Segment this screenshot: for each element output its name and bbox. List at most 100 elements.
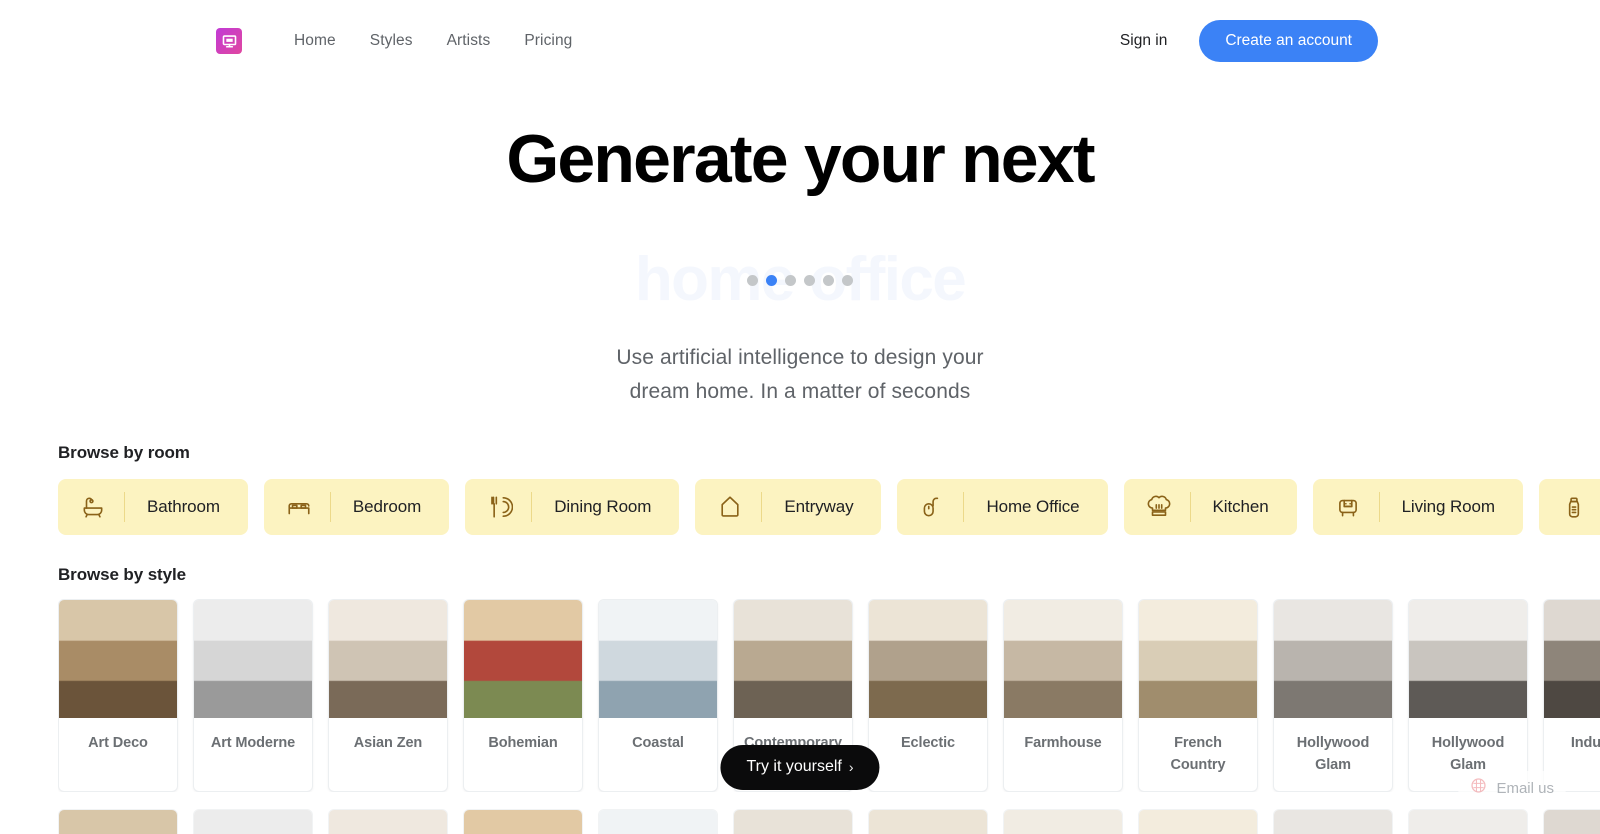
room-chip-label: Home Office xyxy=(986,497,1080,517)
style-thumbnail xyxy=(194,600,312,719)
style-card-label: Farmhouse xyxy=(1024,735,1102,752)
page-title: Generate your next xyxy=(506,121,1095,197)
style-card-art-moderne[interactable]: Art Moderne xyxy=(193,599,313,793)
browse-by-style-section: Browse by style Art Deco Art Moderne Asian… xyxy=(0,565,1600,834)
style-card-secondary-10[interactable]: Hollywood Glam xyxy=(1408,809,1528,834)
style-card-secondary-6[interactable]: Eclectic xyxy=(868,809,988,834)
chevron-right-icon: › xyxy=(848,759,854,775)
monitor-logo-icon[interactable] xyxy=(216,28,242,54)
style-card-label: Eclectic xyxy=(900,735,955,752)
style-card-secondary-1[interactable]: Art Moderne xyxy=(193,809,313,834)
style-thumbnail xyxy=(1544,600,1600,719)
header-actions: Sign in Create an account xyxy=(1120,20,1378,62)
style-thumbnail xyxy=(329,810,447,834)
room-chip-scroller[interactable]: Bathroom Bedroom Dining Room Entryway Home O… xyxy=(58,479,1600,536)
style-card-label: Industrial xyxy=(1570,735,1600,752)
style-thumbnail xyxy=(1409,600,1527,719)
browse-by-room-section: Browse by room Bathroom Bedroom Dining Roo… xyxy=(0,443,1600,536)
nav-link-artists[interactable]: Artists xyxy=(447,32,491,50)
hero-word-rotator: home office xyxy=(0,247,1600,313)
style-card-hollywood-glam[interactable]: Hollywood Glam xyxy=(1273,599,1393,793)
room-chip-label: Dining Room xyxy=(554,497,652,517)
style-card-secondary-2[interactable]: Asian Zen xyxy=(328,809,448,834)
bed-icon xyxy=(268,494,330,520)
style-thumbnail xyxy=(329,600,447,719)
style-thumbnail xyxy=(734,810,852,834)
style-thumbnail xyxy=(869,810,987,834)
rotator-dot-2[interactable] xyxy=(766,274,777,286)
room-chip-dining-room[interactable]: Dining Room xyxy=(465,479,680,536)
style-card-french-country[interactable]: French Country xyxy=(1138,599,1258,793)
room-chip-bedroom[interactable]: Bedroom xyxy=(263,479,450,536)
style-card-hollywood-glam[interactable]: Hollywood Glam xyxy=(1408,599,1528,793)
style-thumbnail xyxy=(734,600,852,719)
style-card-secondary-7[interactable]: Farmhouse xyxy=(1003,809,1123,834)
style-card-eclectic[interactable]: Eclectic xyxy=(868,599,988,793)
room-chip-entryway[interactable]: Entryway xyxy=(695,479,882,536)
style-thumbnail xyxy=(1004,810,1122,834)
room-chip-label: Living Room xyxy=(1401,497,1495,517)
style-thumbnail xyxy=(599,600,717,719)
room-chip-nursery[interactable]: Nursery xyxy=(1538,479,1600,536)
style-thumbnail xyxy=(464,600,582,719)
nav-link-styles[interactable]: Styles xyxy=(370,32,413,50)
hero-subtitle-line-1: Use artificial intelligence to design yo… xyxy=(616,346,984,370)
try-it-yourself-button[interactable]: Try it yourself › xyxy=(720,745,880,790)
room-chip-label: Entryway xyxy=(784,497,854,517)
room-chip-label: Kitchen xyxy=(1212,497,1269,517)
room-chip-kitchen[interactable]: Kitchen xyxy=(1123,479,1297,536)
style-thumbnail xyxy=(1409,810,1527,834)
email-us-widget[interactable]: Email us xyxy=(1458,771,1566,805)
chef-hat-icon xyxy=(1128,494,1190,520)
style-thumbnail xyxy=(59,600,177,719)
style-thumbnail xyxy=(194,810,312,834)
room-chip-living-room[interactable]: Living Room xyxy=(1312,479,1523,536)
rotator-dot-6[interactable] xyxy=(842,274,853,286)
style-card-coastal[interactable]: Coastal xyxy=(598,599,718,793)
style-thumbnail xyxy=(464,810,582,834)
baby-bottle-icon xyxy=(1543,494,1600,520)
rotator-dot-1[interactable] xyxy=(747,274,758,286)
style-card-secondary-9[interactable]: Hollywood Glam xyxy=(1273,809,1393,834)
style-card-secondary-8[interactable]: French Country xyxy=(1138,809,1258,834)
nav-link-pricing[interactable]: Pricing xyxy=(524,32,572,50)
rotator-dot-4[interactable] xyxy=(804,274,815,286)
rotator-dots xyxy=(747,274,853,286)
style-card-label: Hollywood Glam xyxy=(1296,735,1370,774)
style-card-scroller-secondary[interactable]: Art Deco Art Moderne Asian Zen Bohemian Coas… xyxy=(58,809,1600,834)
style-card-farmhouse[interactable]: Farmhouse xyxy=(1003,599,1123,793)
style-card-secondary-5[interactable]: Contemporary xyxy=(733,809,853,834)
style-card-secondary-4[interactable]: Coastal xyxy=(598,809,718,834)
room-chip-bathroom[interactable]: Bathroom xyxy=(58,479,248,536)
room-chip-label: Bathroom xyxy=(147,497,220,517)
door-arch-icon xyxy=(699,494,761,520)
sign-in-link[interactable]: Sign in xyxy=(1120,32,1167,50)
rotator-dot-5[interactable] xyxy=(823,274,834,286)
hero-subtitle: Use artificial intelligence to design yo… xyxy=(0,341,1600,409)
rotator-dot-3[interactable] xyxy=(785,274,796,286)
style-thumbnail xyxy=(1274,600,1392,719)
email-bubble-icon xyxy=(1470,777,1487,799)
style-card-asian-zen[interactable]: Asian Zen xyxy=(328,599,448,793)
nav-link-home[interactable]: Home xyxy=(294,32,336,50)
fork-plate-icon xyxy=(469,494,531,520)
computer-mouse-icon xyxy=(901,494,963,520)
style-card-bohemian[interactable]: Bohemian xyxy=(463,599,583,793)
site-header: Home Styles Artists Pricing Sign in Crea… xyxy=(0,0,1600,82)
style-card-industrial[interactable]: Industrial xyxy=(1543,599,1600,793)
style-card-label: Bohemian xyxy=(488,735,558,752)
room-chip-label: Bedroom xyxy=(352,497,422,517)
hero-section: Generate your next home office Use artif… xyxy=(0,82,1600,409)
style-card-secondary-11[interactable]: Industrial xyxy=(1543,809,1600,834)
create-account-button[interactable]: Create an account xyxy=(1199,20,1378,62)
style-thumbnail xyxy=(1544,810,1600,834)
browse-by-room-title: Browse by room xyxy=(58,443,190,463)
style-card-art-deco[interactable]: Art Deco xyxy=(58,599,178,793)
try-it-yourself-label: Try it yourself xyxy=(746,758,842,775)
room-chip-home-office[interactable]: Home Office xyxy=(897,479,1108,536)
email-us-label: Email us xyxy=(1496,779,1554,797)
style-card-label: Asian Zen xyxy=(353,735,423,752)
style-card-secondary-3[interactable]: Bohemian xyxy=(463,809,583,834)
style-thumbnail xyxy=(599,810,717,834)
style-card-secondary-0[interactable]: Art Deco xyxy=(58,809,178,834)
